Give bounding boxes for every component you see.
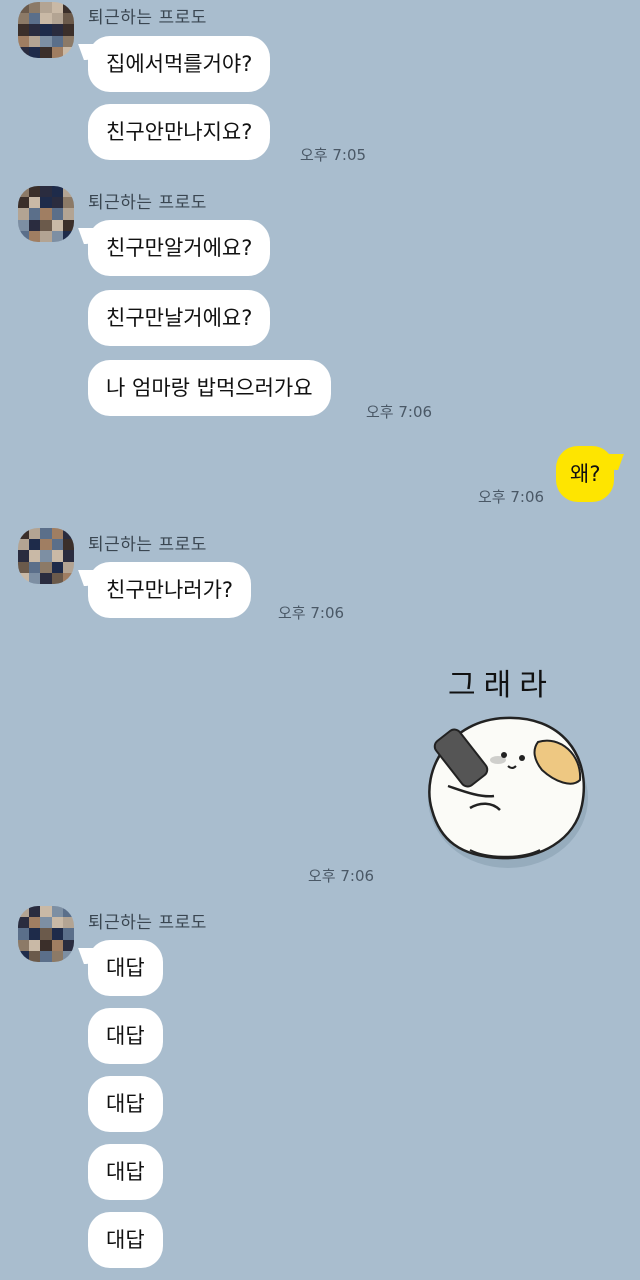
message-bubble[interactable]: 집에서먹를거야? xyxy=(88,36,271,92)
message-time: 오후 7:05 xyxy=(300,146,367,164)
sender-name: 퇴근하는 프로도 xyxy=(88,535,207,555)
sender-avatar[interactable] xyxy=(18,906,74,962)
message-bubble[interactable]: 친구안만나지요? xyxy=(88,104,271,160)
cat-with-phone-sticker-icon[interactable] xyxy=(410,700,600,880)
sender-name: 퇴근하는 프로도 xyxy=(88,913,207,933)
message-bubble[interactable]: 대답 xyxy=(88,1076,163,1132)
message-bubble[interactable]: 대답 xyxy=(88,1008,163,1064)
message-bubble[interactable]: 대답 xyxy=(88,1144,163,1200)
message-bubble[interactable]: 친구만알거에요? xyxy=(88,220,271,276)
sender-name: 퇴근하는 프로도 xyxy=(88,193,207,213)
message-time: 오후 7:06 xyxy=(308,867,375,885)
my-message-bubble[interactable]: 왜? xyxy=(556,446,615,502)
message-bubble[interactable]: 친구만날거에요? xyxy=(88,290,271,346)
sender-avatar[interactable] xyxy=(18,528,74,584)
message-time: 오후 7:06 xyxy=(366,403,433,421)
sender-avatar[interactable] xyxy=(18,2,74,58)
message-bubble[interactable]: 대답 xyxy=(88,940,163,996)
message-time: 오후 7:06 xyxy=(278,604,345,622)
sender-name: 퇴근하는 프로도 xyxy=(88,8,207,28)
message-bubble[interactable]: 친구만나러가? xyxy=(88,562,252,618)
sticker-caption: 그래라 xyxy=(448,668,555,703)
sender-avatar[interactable] xyxy=(18,186,74,242)
message-time: 오후 7:06 xyxy=(478,488,545,506)
message-bubble[interactable]: 나 엄마랑 밥먹으러가요 xyxy=(88,360,331,416)
message-bubble[interactable]: 대답 xyxy=(88,1212,163,1268)
